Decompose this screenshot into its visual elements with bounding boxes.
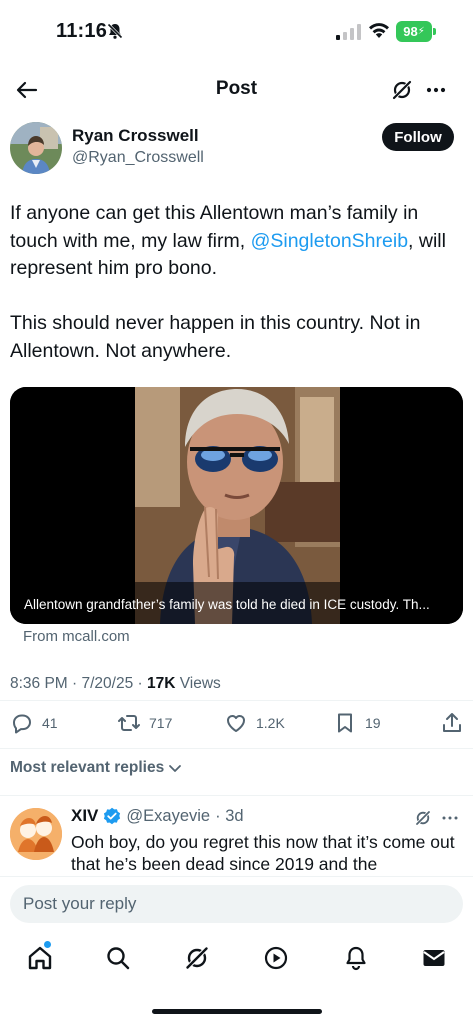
post-meta: 8:36 PM · 7/20/25 · 17K Views bbox=[10, 675, 221, 693]
divider bbox=[0, 748, 473, 749]
replies-sort-label: Most relevant replies bbox=[10, 759, 165, 776]
status-time: 11:16 bbox=[56, 20, 108, 42]
tweet-paragraph-1: If anyone can get this Allentown man’s f… bbox=[10, 200, 463, 283]
reply-count: 41 bbox=[42, 715, 58, 731]
reply-button[interactable]: 41 bbox=[10, 708, 58, 738]
mention-link[interactable]: @SingletonShreib bbox=[251, 230, 408, 252]
notifications-bell-icon[interactable] bbox=[342, 944, 370, 972]
video-play-icon[interactable] bbox=[262, 944, 290, 972]
verified-badge-icon bbox=[104, 807, 121, 825]
wifi-icon bbox=[369, 23, 389, 38]
more-options-icon[interactable] bbox=[424, 78, 448, 102]
reply-icon bbox=[13, 714, 31, 734]
reply-author-name[interactable]: XIV bbox=[71, 806, 98, 826]
author-row: Ryan Crosswell @Ryan_Crosswell Follow bbox=[10, 120, 463, 176]
more-options-icon[interactable] bbox=[440, 809, 460, 827]
search-icon[interactable] bbox=[104, 944, 132, 972]
bookmark-count: 19 bbox=[365, 715, 381, 731]
reply-input[interactable]: Post your reply bbox=[10, 885, 463, 923]
share-icon bbox=[443, 713, 461, 732]
cellular-signal-icon bbox=[336, 24, 361, 40]
tweet-text: If anyone can get this Allentown man’s f… bbox=[10, 200, 463, 393]
reply-author-handle[interactable]: @Exayevie bbox=[126, 807, 210, 826]
reply-avatar[interactable] bbox=[10, 808, 62, 860]
share-button[interactable] bbox=[440, 708, 464, 738]
views-count: 17K bbox=[147, 675, 176, 692]
home-notification-dot bbox=[44, 941, 51, 948]
bookmark-button[interactable]: 19 bbox=[333, 708, 381, 738]
grok-icon[interactable] bbox=[414, 809, 432, 827]
grok-icon[interactable] bbox=[390, 78, 414, 102]
reply-header: XIV @Exayevie · 3d bbox=[71, 806, 244, 826]
post-timestamp[interactable]: 8:36 PM · 7/20/25 · bbox=[10, 675, 147, 692]
follow-button[interactable]: Follow bbox=[382, 123, 454, 151]
link-source[interactable]: From mcall.com bbox=[23, 628, 130, 645]
bell-slash-icon bbox=[107, 23, 123, 39]
grok-icon[interactable] bbox=[183, 944, 211, 972]
author-handle[interactable]: @Ryan_Crosswell bbox=[72, 149, 204, 167]
author-name[interactable]: Ryan Crosswell bbox=[72, 126, 199, 146]
reply-post[interactable]: XIV @Exayevie · 3d Ooh boy, do you regre… bbox=[0, 800, 473, 876]
home-indicator bbox=[152, 1009, 322, 1014]
link-preview-image bbox=[10, 387, 463, 624]
link-preview-caption: Allentown grandfather’s family was told … bbox=[24, 597, 430, 612]
chevron-down-icon bbox=[169, 765, 182, 772]
battery-indicator: 98 ⚡ bbox=[396, 21, 432, 42]
divider bbox=[0, 876, 473, 877]
author-avatar[interactable] bbox=[10, 122, 62, 174]
nav-header: Post bbox=[0, 70, 473, 110]
divider bbox=[0, 700, 473, 701]
repost-button[interactable]: 717 bbox=[117, 708, 172, 738]
heart-icon bbox=[227, 715, 245, 732]
reply-text: Ooh boy, do you regret this now that it’… bbox=[71, 832, 455, 874]
like-button[interactable]: 1.2K bbox=[224, 708, 285, 738]
views-label: Views bbox=[175, 675, 221, 692]
reply-age: · 3d bbox=[215, 806, 244, 825]
bottom-tab-bar bbox=[0, 940, 473, 980]
status-bar: 11:16 98 ⚡ bbox=[0, 0, 473, 62]
battery-level: 98 bbox=[403, 24, 418, 39]
like-count: 1.2K bbox=[256, 715, 285, 731]
bookmark-icon bbox=[338, 713, 352, 733]
divider bbox=[0, 795, 473, 796]
repost-count: 717 bbox=[149, 715, 173, 731]
repost-icon bbox=[118, 715, 140, 731]
home-icon[interactable] bbox=[26, 944, 54, 972]
replies-sort-dropdown[interactable]: Most relevant replies bbox=[10, 759, 182, 777]
messages-envelope-icon[interactable] bbox=[420, 944, 448, 972]
battery-tip bbox=[433, 28, 436, 35]
tweet-paragraph-2: This should never happen in this country… bbox=[10, 312, 421, 362]
reply-input-placeholder: Post your reply bbox=[23, 894, 137, 913]
link-preview-card[interactable]: Allentown grandfather’s family was told … bbox=[10, 387, 463, 624]
action-bar: 41 717 1.2K 19 bbox=[0, 708, 473, 738]
